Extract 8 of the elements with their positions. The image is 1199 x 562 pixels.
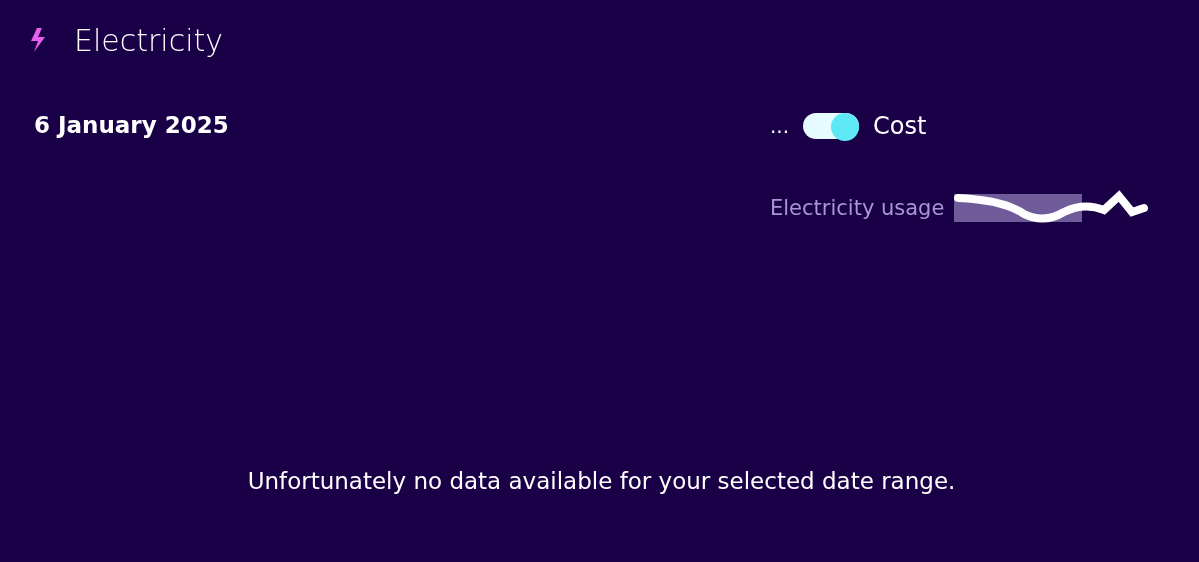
lightning-icon	[28, 27, 48, 53]
date-label: 6 January 2025	[34, 112, 229, 140]
toggle-switch[interactable]	[803, 113, 860, 139]
section-title: Electricity	[74, 22, 224, 58]
usage-label: Electricity usage	[770, 196, 945, 220]
toggle-label: Cost	[873, 112, 927, 140]
no-data-message: Unfortunately no data available for your selected date range.	[246, 468, 957, 494]
toggle-label: ...	[770, 114, 790, 138]
